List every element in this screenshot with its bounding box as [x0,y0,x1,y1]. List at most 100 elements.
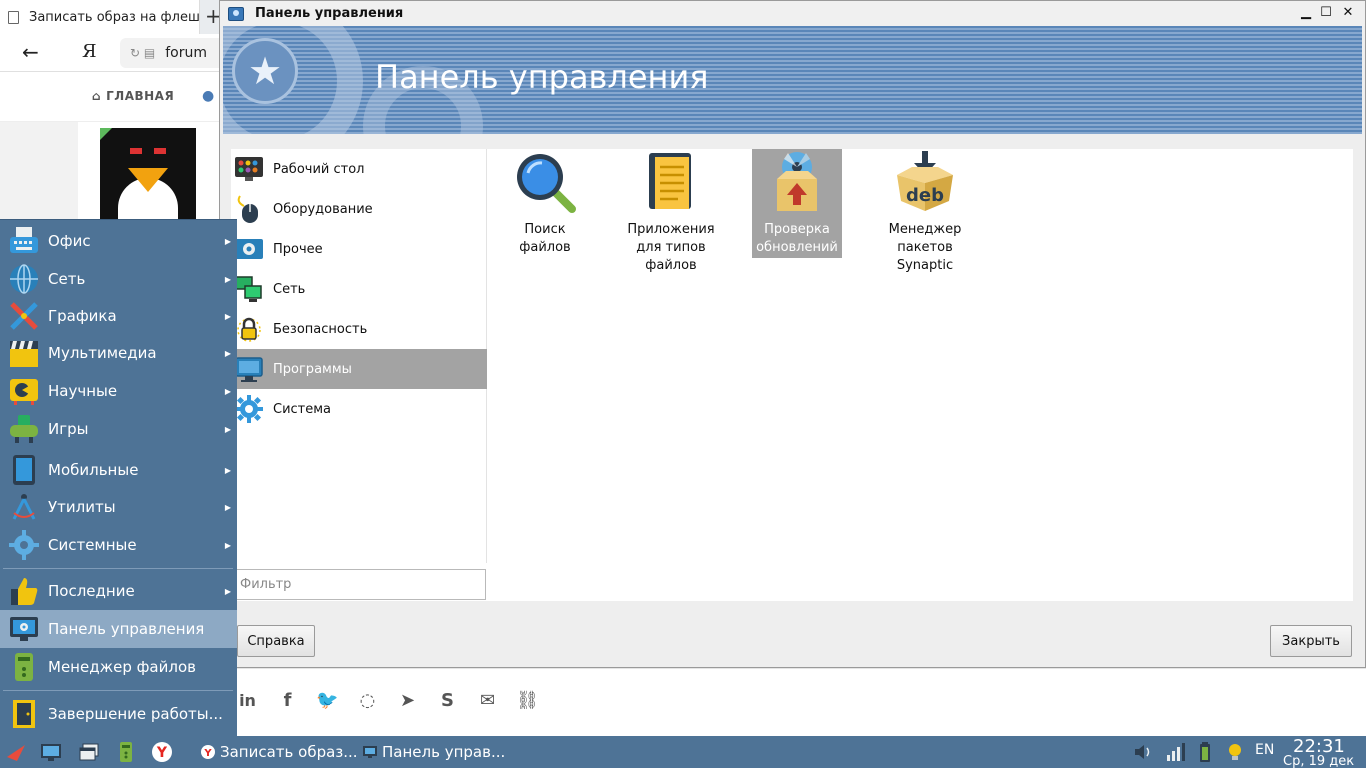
taskbar-task-label: Записать образ... [220,743,358,761]
maximize-button[interactable]: ☐ [1316,4,1336,22]
window-titlebar[interactable]: Панель управления ▁ ☐ ✕ [220,1,1365,26]
yandex-browser-icon[interactable]: Y [151,741,173,763]
app-update-check[interactable]: Проверка обновлений [752,149,842,258]
divider [236,668,1366,669]
start-menu-button[interactable] [5,741,27,763]
menu-item-mobile[interactable]: Мобильные ▶ [0,451,237,489]
menu-item-label: Последние [48,582,135,600]
linkedin-icon[interactable]: in [236,691,259,710]
app-label-line: пакетов [897,240,953,255]
menu-item-network[interactable]: Сеть ▶ [0,260,237,298]
app-file-types[interactable]: Приложения для типов файлов [626,149,716,275]
control-panel-icon [8,613,40,645]
facebook-icon[interactable]: f [276,690,299,711]
minimize-button[interactable]: ▁ [1296,4,1316,22]
category-label: Оборудование [273,201,373,217]
menu-item-utilities[interactable]: Утилиты ▶ [0,488,237,526]
category-label: Программы [273,361,352,377]
deb-package-icon: deb [892,149,958,215]
menu-item-system[interactable]: Системные ▶ [0,526,237,564]
email-icon[interactable]: ✉ [476,690,499,711]
category-other[interactable]: Прочее [231,229,487,269]
back-button[interactable]: ← [22,40,39,64]
app-synaptic[interactable]: deb Менеджер пакетов Synaptic [880,149,970,275]
link-icon[interactable]: ⛓ [516,690,539,711]
menu-item-file-manager[interactable]: Менеджер файлов [0,648,237,686]
category-list: Рабочий стол Оборудование Прочее Сеть Бе… [231,149,487,563]
app-label-line: для типов [636,240,706,255]
menu-item-label: Научные [48,382,118,400]
taskbar-task-label: Панель управ... [382,743,506,761]
menu-item-science[interactable]: Научные ▶ [0,372,237,410]
close-button[interactable]: Закрыть [1270,625,1352,657]
panel-content: Рабочий стол Оборудование Прочее Сеть Бе… [231,149,1353,601]
filter-input[interactable] [236,569,486,600]
category-desktop[interactable]: Рабочий стол [231,149,487,189]
category-system[interactable]: Система [231,389,487,429]
menu-item-shutdown[interactable]: Завершение работы... [0,695,237,733]
menu-item-recent[interactable]: Последние ▶ [0,572,237,610]
skype-icon[interactable]: S [436,690,459,711]
address-text: forum [165,45,207,61]
online-indicator [100,128,112,140]
menu-item-label: Утилиты [48,498,116,516]
volume-icon[interactable] [1132,741,1154,763]
category-label: Прочее [273,241,323,257]
network-icon [234,274,264,304]
submenu-arrow-icon: ▶ [224,465,231,475]
clapperboard-icon [8,337,40,369]
clock-date[interactable]: Ср, 19 дек [1283,754,1354,768]
category-hardware[interactable]: Оборудование [231,189,487,229]
category-network[interactable]: Сеть [231,269,487,309]
lock-icon [234,314,264,344]
submenu-arrow-icon: ▶ [224,236,231,246]
menu-separator [3,690,233,691]
category-programs[interactable]: Программы [231,349,487,389]
taskbar-task-browser[interactable]: Y Записать образ... [200,736,358,768]
penguin-eye [130,148,142,154]
browser-tab[interactable]: Записать образ на флеш [0,0,200,34]
desktop-icon[interactable] [40,741,62,763]
file-manager-icon[interactable] [115,741,137,763]
menu-item-office[interactable]: Офис ▶ [0,222,237,260]
nav-home-link[interactable]: ⌂ ГЛАВНАЯ [92,89,174,103]
magnifier-icon [512,149,578,215]
chat-icon[interactable]: ● [202,88,214,104]
menu-item-multimedia[interactable]: Мультимедиа ▶ [0,334,237,372]
battery-icon[interactable] [1194,741,1216,763]
taskbar-task-control-panel[interactable]: Панель управ... [362,736,505,768]
category-security[interactable]: Безопасность [231,309,487,349]
submenu-arrow-icon: ▶ [224,386,231,396]
window-switcher-icon[interactable] [78,741,100,763]
yandex-button[interactable]: Я [82,41,97,62]
gear-icon [234,394,264,424]
app-label-line: Поиск [524,222,566,237]
menu-item-label: Игры [48,420,89,438]
menu-item-control-panel[interactable]: Панель управления [0,610,237,648]
menu-item-label: Мультимедиа [48,344,157,362]
keyboard-layout-indicator[interactable]: EN [1255,742,1274,758]
menu-item-graphics[interactable]: Графика ▶ [0,297,237,335]
menu-item-games[interactable]: Игры ▶ [0,410,237,448]
whatsapp-icon[interactable]: ◌ [356,690,379,711]
update-box-icon [764,149,830,215]
avatar[interactable] [100,128,196,224]
mouse-icon [234,194,264,224]
control-panel-window: Панель управления ▁ ☐ ✕ ★ Панель управле… [219,0,1366,668]
yandex-browser-icon: Y [200,744,216,760]
app-label-line: файлов [519,240,571,255]
help-button[interactable]: Справка [237,625,315,657]
menu-item-label: Офис [48,232,91,250]
network-signal-icon[interactable] [1164,741,1186,763]
submenu-arrow-icon: ▶ [224,274,231,284]
twitter-icon[interactable]: 🐦 [316,690,339,711]
share-row: in f 🐦 ◌ ➤ S ✉ ⛓ [236,684,539,716]
notification-bulb-icon[interactable] [1224,741,1246,763]
telegram-icon[interactable]: ➤ [396,690,419,711]
app-file-search[interactable]: Поиск файлов [500,149,590,257]
menu-item-label: Сеть [48,270,86,288]
tablet-icon [8,454,40,486]
reload-icon[interactable]: ↻ ▤ [130,46,155,60]
close-window-button[interactable]: ✕ [1338,4,1358,22]
app-label-line: Synaptic [896,258,954,273]
